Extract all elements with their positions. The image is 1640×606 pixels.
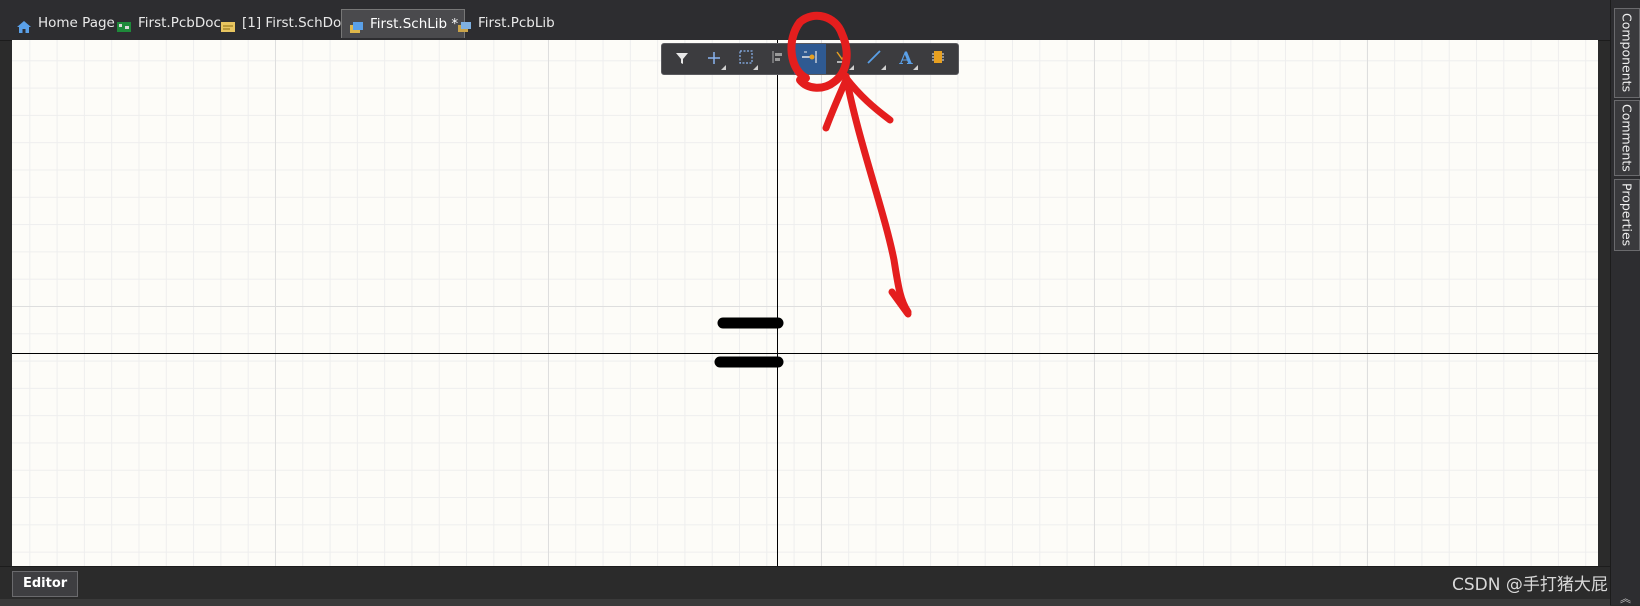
panel-tab-components[interactable]: Components — [1614, 8, 1640, 98]
panel-tab-label: Components — [1619, 13, 1635, 93]
place-line-button[interactable] — [858, 44, 890, 74]
plus-icon — [707, 50, 721, 69]
tab-label: First.PcbDoc — [138, 15, 221, 31]
add-button[interactable] — [698, 44, 730, 74]
dropdown-indicator — [913, 65, 918, 70]
sch-lib-icon — [348, 17, 364, 33]
selection-rectangle-icon — [738, 49, 754, 69]
pin-icon — [801, 49, 819, 69]
align-button[interactable] — [762, 44, 794, 74]
tab-label: Home Page — [38, 15, 115, 31]
right-panel-strip: ︽ Components Comments Properties ︽ — [1610, 0, 1640, 605]
dropdown-indicator — [753, 65, 758, 70]
tab-label: First.SchLib * — [370, 16, 459, 32]
tab-label: [1] First.SchDoc — [242, 15, 349, 31]
origin-axis-horizontal — [12, 353, 1598, 354]
line-icon — [866, 49, 882, 69]
select-button[interactable] — [730, 44, 762, 74]
origin-axis-vertical — [777, 40, 778, 566]
text-icon: A — [899, 49, 913, 69]
home-icon — [16, 16, 32, 33]
place-text-button[interactable]: A — [890, 44, 922, 74]
tab-first-pcbdoc[interactable]: First.PcbDoc — [110, 9, 227, 37]
tab-first-schdoc[interactable]: [1] First.SchDoc — [214, 9, 355, 37]
dropdown-indicator — [849, 65, 854, 70]
panel-tab-comments[interactable]: Comments — [1614, 100, 1640, 176]
sch-doc-icon — [220, 16, 236, 32]
filter-icon — [675, 50, 689, 69]
panel-tab-properties[interactable]: Properties — [1614, 179, 1640, 251]
collapse-up-icon[interactable]: ︽ — [1620, 590, 1631, 606]
csdn-watermark: CSDN @手打猪大屁 — [1452, 575, 1608, 595]
ieee-symbol-icon — [834, 49, 850, 69]
document-tab-bar: Home Page First.PcbDoc [1] First.SchDoc … — [0, 0, 1610, 41]
schematic-canvas[interactable] — [12, 40, 1598, 566]
bottom-panel-bar: Editor — [0, 566, 1610, 606]
tab-label: First.PcbLib — [478, 15, 555, 31]
panel-tab-label: Comments — [1619, 104, 1635, 172]
pcb-lib-icon — [456, 16, 472, 32]
editor-tab[interactable]: Editor — [12, 571, 79, 597]
active-bar-toolbar: A — [661, 43, 959, 75]
place-pin-button[interactable] — [794, 44, 826, 74]
component-icon — [931, 49, 945, 69]
dropdown-indicator — [721, 65, 726, 70]
filter-button[interactable] — [666, 44, 698, 74]
dropdown-indicator — [881, 65, 886, 70]
ieee-symbols-button[interactable] — [826, 44, 858, 74]
align-icon — [770, 49, 786, 69]
tab-first-schlib[interactable]: First.SchLib * — [341, 9, 466, 38]
tab-first-pcblib[interactable]: First.PcbLib — [450, 9, 561, 37]
panel-tab-label: Properties — [1619, 183, 1635, 247]
tab-home-page[interactable]: Home Page — [10, 9, 121, 37]
pcb-doc-icon — [116, 16, 132, 32]
component-button[interactable] — [922, 44, 954, 74]
